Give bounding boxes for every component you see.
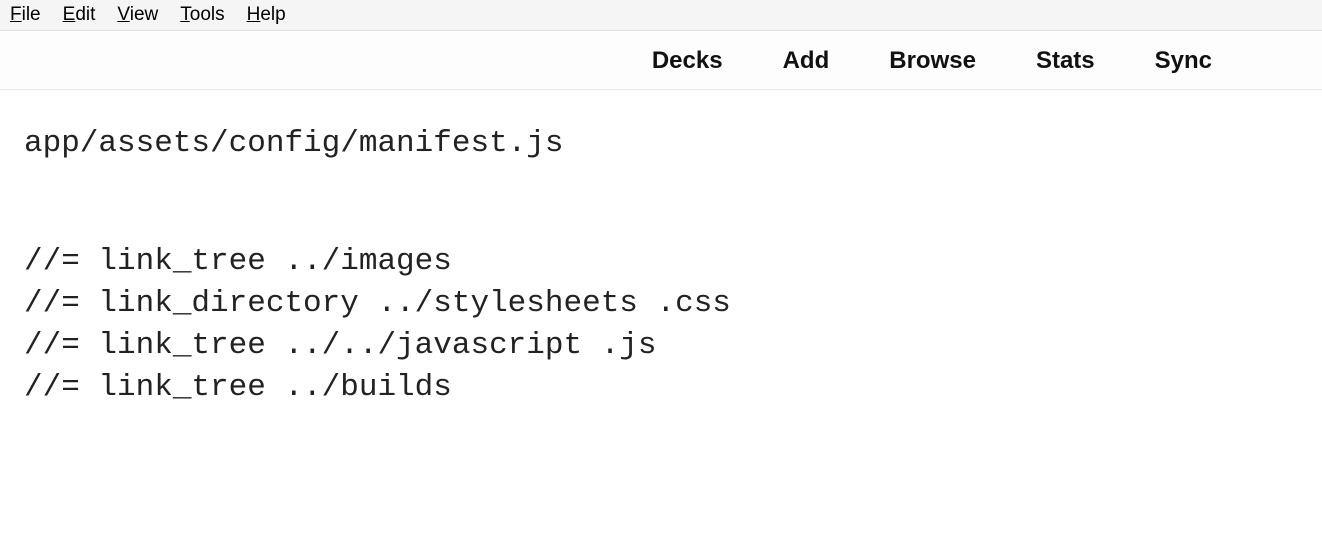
toolbar-stats[interactable]: Stats [1036,47,1095,75]
menu-view[interactable]: View [117,4,158,26]
card-content: app/assets/config/manifest.js //= link_t… [0,90,1322,444]
menu-file[interactable]: File [10,4,41,26]
toolbar-add[interactable]: Add [783,47,830,75]
menu-edit[interactable]: Edit [63,4,96,26]
menu-tools[interactable]: Tools [180,4,224,26]
toolbar: Decks Add Browse Stats Sync [0,31,1322,90]
toolbar-browse[interactable]: Browse [889,47,976,75]
menu-help[interactable]: Help [247,4,286,26]
toolbar-decks[interactable]: Decks [652,47,723,75]
menubar: File Edit View Tools Help [0,0,1322,31]
toolbar-sync[interactable]: Sync [1155,47,1212,75]
card-filepath: app/assets/config/manifest.js [24,126,1298,161]
card-code: //= link_tree ../images //= link_directo… [24,241,1298,408]
